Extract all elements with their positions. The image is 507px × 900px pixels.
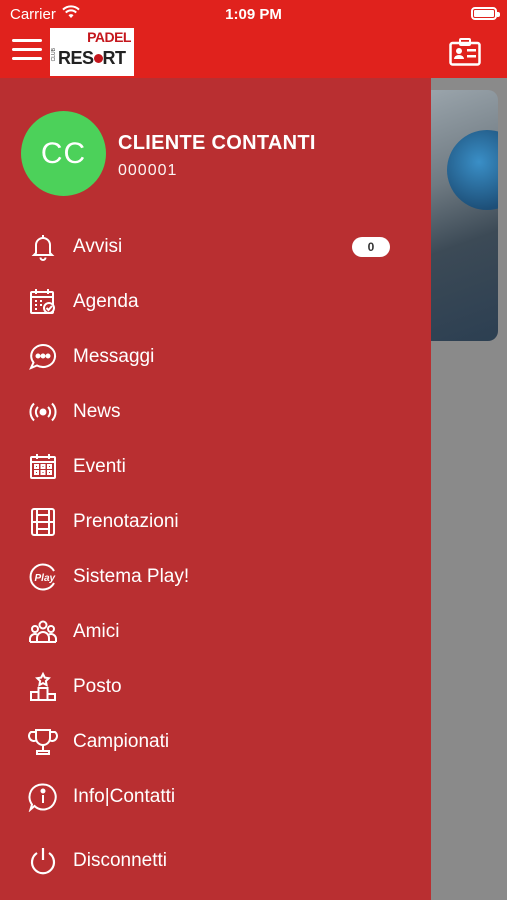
menu-label-avvisi: Avvisi	[73, 236, 123, 257]
menu-label-info-contatti: Info|Contatti	[73, 786, 176, 807]
side-drawer: CC CLIENTE CONTANTI 000001 Avvisi 0 Agen…	[0, 78, 431, 900]
menu-label-amici: Amici	[73, 621, 120, 642]
menu-item-messaggi[interactable]: Messaggi	[0, 332, 431, 382]
menu-item-news[interactable]: News	[0, 387, 431, 437]
membership-card-icon[interactable]	[449, 38, 481, 66]
logo-line2: RES RT	[58, 48, 126, 68]
broadcast-icon	[29, 402, 57, 422]
menu-label-posto: Posto	[73, 676, 122, 697]
menu-item-campionati[interactable]: Campionati	[0, 717, 431, 767]
avatar[interactable]: CC	[21, 111, 106, 196]
menu-item-disconnetti[interactable]: Disconnetti	[0, 836, 431, 886]
menu-label-news: News	[73, 401, 121, 422]
menu-item-amici[interactable]: Amici	[0, 607, 431, 657]
home-banner[interactable]	[431, 90, 498, 341]
podium-icon	[30, 672, 56, 701]
group-icon	[29, 620, 57, 643]
menu-label-agenda: Agenda	[73, 291, 139, 312]
club-logo: CLUB PADEL RES RT	[50, 28, 134, 76]
svg-text:Play: Play	[35, 573, 56, 584]
status-bar: Carrier 1:09 PM	[0, 0, 507, 28]
calendar-check-icon	[30, 289, 55, 314]
user-code: 000001	[118, 162, 178, 179]
menu-item-avvisi[interactable]: Avvisi 0	[0, 222, 431, 272]
logo-side-text: CLUB	[51, 48, 57, 62]
menu-label-campionati: Campionati	[73, 731, 170, 752]
logo-line1: PADEL	[87, 29, 131, 45]
menu-item-prenotazioni[interactable]: Prenotazioni	[0, 497, 431, 547]
clock: 1:09 PM	[225, 6, 282, 23]
court-icon	[31, 508, 55, 536]
chat-bubble-icon	[29, 343, 57, 370]
menu-item-posto[interactable]: Posto	[0, 662, 431, 712]
menu-item-sistema-play[interactable]: Play Sistema Play!	[0, 552, 431, 602]
calendar-grid-icon	[30, 454, 56, 479]
user-name: CLIENTE CONTANTI	[118, 132, 316, 154]
power-icon	[30, 848, 56, 875]
battery-icon	[471, 7, 500, 20]
banner-image	[447, 130, 498, 210]
menu-label-eventi: Eventi	[73, 456, 126, 477]
menu-label-disconnetti: Disconnetti	[73, 850, 167, 871]
notification-count-badge: 0	[352, 237, 390, 257]
top-bar: CLUB PADEL RES RT	[0, 28, 507, 78]
menu-label-messaggi: Messaggi	[73, 346, 155, 367]
menu-item-agenda[interactable]: Agenda	[0, 277, 431, 327]
menu-label-prenotazioni: Prenotazioni	[73, 511, 179, 532]
trophy-icon	[28, 729, 58, 755]
menu-toggle-icon[interactable]	[12, 39, 42, 63]
play-badge-icon: Play	[29, 563, 56, 591]
bell-icon	[31, 235, 55, 261]
info-icon	[28, 783, 57, 812]
menu-item-info-contatti[interactable]: Info|Contatti	[0, 772, 431, 822]
logo-ball-icon	[93, 54, 103, 63]
menu-item-eventi[interactable]: Eventi	[0, 442, 431, 492]
menu-label-sistema-play: Sistema Play!	[73, 566, 190, 587]
